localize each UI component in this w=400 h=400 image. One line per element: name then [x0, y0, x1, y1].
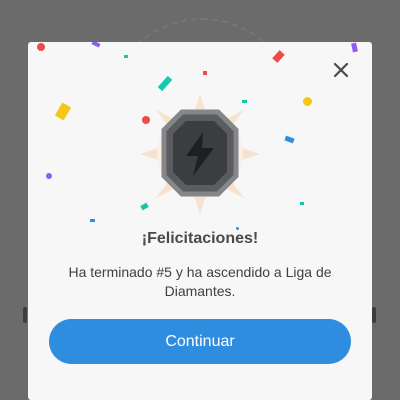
confetti-piece [272, 50, 285, 63]
confetti-piece [46, 173, 52, 179]
confetti-piece [351, 42, 358, 53]
confetti-piece [90, 219, 95, 222]
dialog-title: ¡Felicitaciones! [141, 230, 259, 247]
confetti-piece [157, 75, 173, 92]
confetti-piece [284, 135, 295, 144]
diamond-league-badge-icon [140, 94, 260, 214]
confetti-piece [37, 43, 45, 51]
dialog-message: Ha terminado #5 y ha ascendido a Liga de… [68, 264, 332, 299]
background-scrollbar-left [23, 307, 27, 323]
confetti-piece [91, 42, 101, 48]
confetti-piece [300, 202, 304, 205]
confetti-piece [54, 102, 72, 121]
continue-button[interactable]: Continuar [49, 319, 351, 364]
promotion-dialog: ¡Felicitaciones! Ha terminado #5 y ha as… [28, 42, 372, 400]
confetti-piece [124, 55, 128, 58]
confetti-piece [303, 97, 312, 106]
close-button[interactable] [329, 58, 353, 82]
confetti-piece [203, 71, 207, 75]
close-icon [333, 62, 349, 78]
background-scrollbar-right [372, 307, 376, 323]
